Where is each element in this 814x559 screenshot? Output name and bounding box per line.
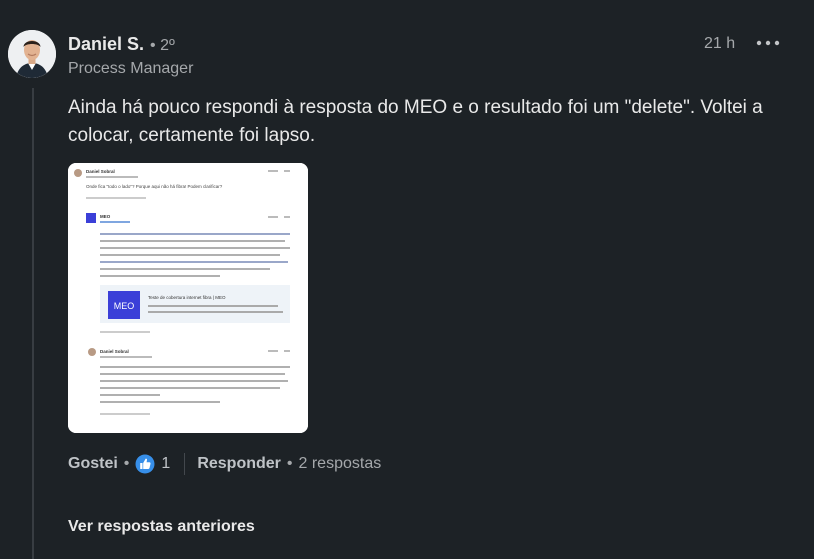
author-headline: Process Manager [68, 60, 194, 77]
mini-reply-author: Daniel Sobral [100, 349, 129, 354]
mini-card-title: Teste de cobertura internet fibra | MEO [148, 295, 226, 300]
separator-dot: • [123, 455, 130, 472]
comment-text: Ainda há pouco respondi à resposta do ME… [68, 97, 763, 146]
author-row: Daniel S. • 2º [68, 34, 175, 55]
more-horizontal-icon [756, 40, 780, 46]
replies-count[interactable]: 2 respostas [299, 455, 382, 473]
comment-image-attachment[interactable]: Daniel Sobral Onde fica "todo o lado"? P… [68, 163, 308, 433]
like-button[interactable]: Gostei [68, 455, 118, 473]
mini-meo-logo: MEO [114, 301, 135, 311]
screenshot-image: Daniel Sobral Onde fica "todo o lado"? P… [68, 163, 308, 433]
connection-degree: • 2º [150, 37, 175, 54]
thread-line [32, 88, 34, 559]
thumbs-up-icon [135, 454, 155, 474]
mini-post1-text: Onde fica "todo o lado"? Porque aqui não… [86, 184, 223, 189]
author-name[interactable]: Daniel S. [68, 34, 144, 55]
separator-dot: • [286, 455, 293, 472]
comment-actions: Gostei • 1 Responder • 2 respostas [68, 451, 381, 477]
avatar-photo [8, 30, 56, 78]
avatar[interactable] [8, 30, 56, 78]
more-options-button[interactable] [752, 28, 784, 58]
like-count[interactable]: 1 [161, 455, 170, 473]
see-previous-replies-button[interactable]: Ver respostas anteriores [68, 518, 255, 536]
reply-button[interactable]: Responder [197, 455, 281, 473]
mini-meo-name: MEO [100, 214, 111, 219]
comment-time: 21 h [704, 35, 736, 52]
action-divider [184, 453, 186, 475]
mini-author-1: Daniel Sobral [86, 169, 115, 174]
